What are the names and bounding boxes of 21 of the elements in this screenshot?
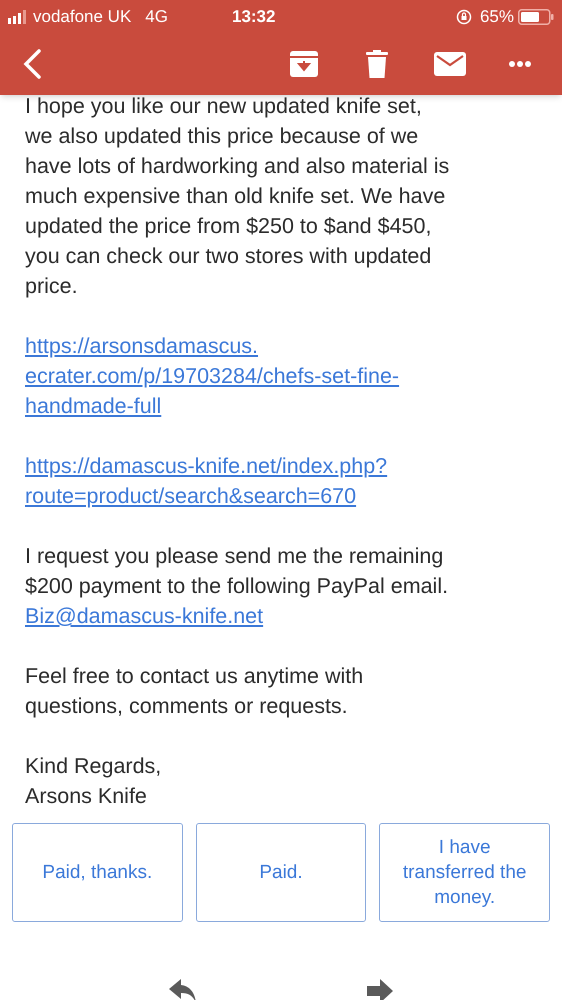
more-icon [508, 60, 532, 68]
rotation-lock-icon [456, 8, 472, 24]
smart-reply-button[interactable]: Paid, thanks. [12, 823, 183, 922]
archive-button[interactable] [290, 48, 318, 80]
reply-icon[interactable] [169, 979, 197, 1000]
email-paragraph: I hope you like our new updated knife set, we also updated this price because of we have lots of hardworking and also material is much expensive than old knife set. We have updated the price from $250 to $and $450, you can check our two stores with updated price. [25, 93, 450, 300]
battery-icon [518, 8, 554, 24]
email-paragraph: I request you please send me the remaining $200 payment to the following PayPal email. [25, 543, 450, 600]
delete-button[interactable] [366, 48, 388, 80]
link[interactable]: https://damascus-knife.net/index.php? route=product/search&search=670 [25, 451, 537, 511]
carrier-name: vodafone UK [33, 6, 132, 28]
battery-percent: 65% [480, 6, 514, 28]
email-paragraph: Feel free to contact us anytime with questions, comments or requests. [25, 663, 364, 720]
clock-time: 13:32 [232, 6, 276, 28]
forward-icon[interactable] [367, 979, 393, 1000]
network-type: 4G [145, 6, 168, 28]
smart-reply-button[interactable]: I have transferred the money. [379, 823, 550, 922]
email-link[interactable]: Biz@damascus-knife.net [25, 601, 264, 631]
smart-reply-button[interactable]: Paid. [196, 823, 366, 922]
email-paragraph: Kind Regards, Arsons Knife [25, 753, 162, 810]
link[interactable]: https://arsonsdamascus. ecrater.com/p/19703284/chefs-set-fine- handmade-full [25, 331, 537, 421]
